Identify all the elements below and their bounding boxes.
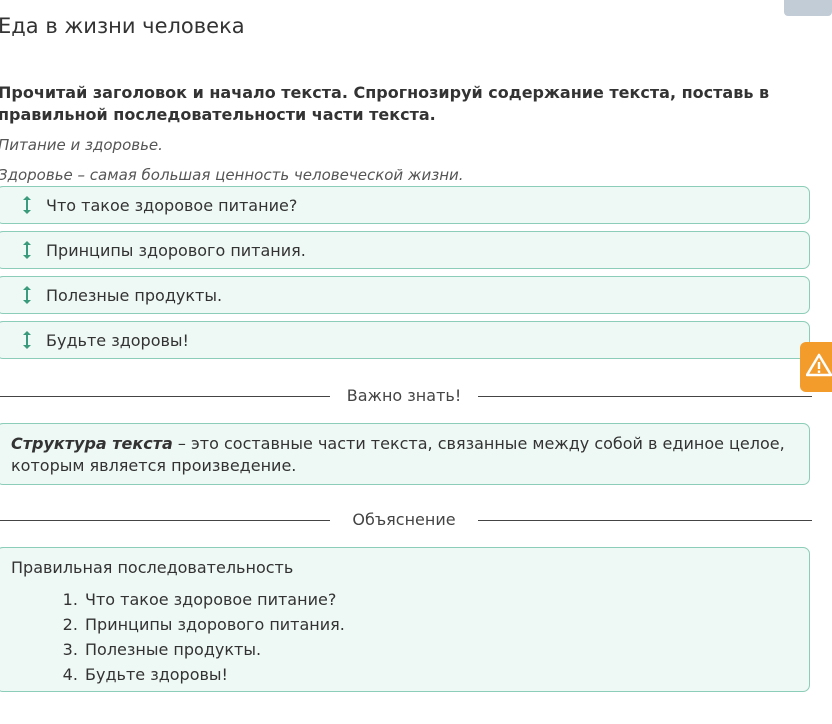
page-title: Еда в жизни человека — [0, 14, 245, 38]
explanation-divider: Объяснение — [0, 510, 812, 530]
drag-vertical-icon — [19, 330, 35, 350]
warning-icon — [805, 353, 832, 381]
drag-item-label: Принципы здорового питания. — [46, 240, 306, 260]
drag-item-1[interactable]: Что такое здоровое питание? — [0, 186, 810, 224]
term: Структура текста — [11, 434, 173, 453]
list-item: Будьте здоровы! — [83, 662, 809, 687]
drag-vertical-icon — [19, 285, 35, 305]
fullscreen-button[interactable] — [784, 0, 832, 16]
divider-label: Важно знать! — [346, 386, 462, 405]
task-instruction: Прочитай заголовок и начало текста. Спро… — [0, 83, 770, 124]
explanation-box: Правильная последовательность Что такое … — [0, 547, 810, 692]
list-item: Принципы здорового питания. — [83, 612, 809, 637]
important-box: Структура текста – это составные части т… — [0, 423, 810, 485]
drag-item-label: Что такое здоровое питание? — [46, 195, 298, 215]
drag-vertical-icon — [19, 240, 35, 260]
important-text: Структура текста – это составные части т… — [0, 424, 809, 477]
explanation-list: Что такое здоровое питание? Принципы здо… — [0, 587, 809, 687]
explanation-heading: Правильная последовательность — [11, 558, 294, 577]
drag-vertical-icon — [19, 195, 35, 215]
drag-item-3[interactable]: Полезные продукты. — [0, 276, 810, 314]
divider-label: Объяснение — [352, 510, 456, 529]
drag-item-label: Будьте здоровы! — [46, 330, 189, 350]
list-item: Что такое здоровое питание? — [83, 587, 809, 612]
list-item: Полезные продукты. — [83, 637, 809, 662]
drag-item-label: Полезные продукты. — [46, 285, 223, 305]
text-beginning: Здоровье – самая большая ценность челове… — [0, 166, 464, 184]
important-divider: Важно знать! — [0, 386, 812, 406]
drag-item-4[interactable]: Будьте здоровы! — [0, 321, 810, 359]
text-heading: Питание и здоровье. — [0, 136, 163, 154]
report-problem-button[interactable] — [800, 342, 832, 392]
drag-item-2[interactable]: Принципы здорового питания. — [0, 231, 810, 269]
